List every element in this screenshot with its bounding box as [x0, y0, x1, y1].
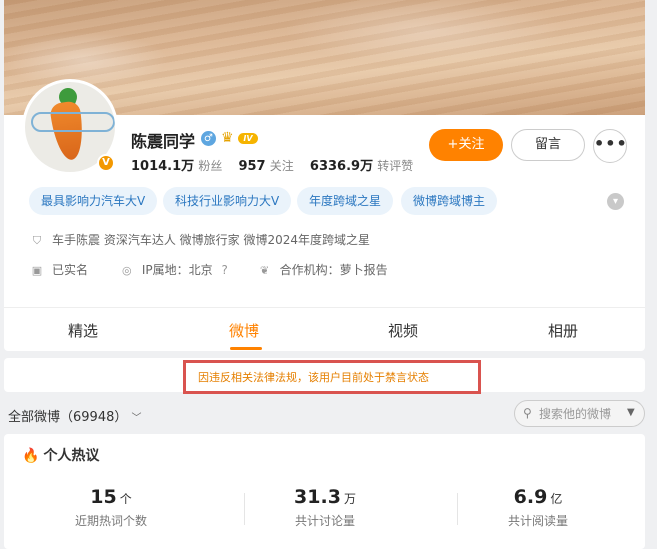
search-input[interactable] — [539, 405, 627, 423]
tag-chip[interactable]: 最具影响力汽车大V — [29, 187, 158, 215]
cooperation-org[interactable]: 萝卜报告 — [340, 263, 388, 277]
tab-featured[interactable]: 精选 — [68, 320, 98, 341]
heat-stat-label: 共计阅读量 — [507, 514, 568, 528]
reposts-label: 转评赞 — [377, 159, 414, 173]
profile-page: V 陈震同学 ♂ ♛ IV 1014.1万 粉丝 957 关注 6336.9万 … — [0, 0, 657, 549]
tag-chip[interactable]: 科技行业影响力大V — [163, 187, 292, 215]
followers-count[interactable]: 1014.1万 — [131, 159, 194, 174]
heat-stat-discussions[interactable]: 31.3 万 共计讨论量 — [245, 486, 405, 529]
ip-location: IP属地：北京 — [141, 263, 213, 277]
tab-weibo[interactable]: 微博 — [229, 320, 259, 341]
heat-title-text: 个人热议 — [43, 448, 100, 464]
ban-notice: 因违反相关法律法规，该用户目前处于禁言状态 — [198, 371, 429, 384]
followers-label: 粉丝 — [198, 159, 223, 173]
fire-icon: 🔥 — [22, 448, 40, 464]
heat-stat-value: 31.3 — [294, 486, 341, 508]
search-box[interactable]: ⚲ ▼ — [514, 400, 645, 427]
verified-badge-icon: V — [97, 154, 115, 172]
heat-stat-value: 6.9 — [513, 486, 548, 508]
avatar-sticker-shape — [31, 112, 115, 132]
chevron-down-icon[interactable]: ▾ — [607, 193, 624, 210]
tab-album[interactable]: 相册 — [548, 320, 578, 341]
tab-video[interactable]: 视频 — [388, 320, 418, 341]
male-icon: ♂ — [201, 131, 216, 146]
user-stats: 1014.1万 粉丝 957 关注 6336.9万 转评赞 — [131, 155, 425, 174]
real-name-status: 已实名 — [52, 263, 89, 277]
reposts-count: 6336.9万 — [309, 159, 374, 174]
heat-stat-keywords[interactable]: 15 个 近期热词个数 — [31, 486, 191, 529]
message-button[interactable]: 留言 — [511, 129, 585, 161]
active-tab-indicator — [230, 347, 262, 350]
feed-filter-dropdown[interactable]: 全部微博（69948） ﹀ — [8, 406, 142, 425]
follow-button[interactable]: +关注 — [429, 129, 503, 161]
info-description-row: ⛉ 车手陈震 资深汽车达人 微博旅行家 微博2024年度跨域之星 — [30, 231, 370, 248]
heat-stat-unit: 个 — [119, 492, 132, 506]
following-label: 关注 — [269, 159, 294, 173]
search-icon: ⚲ — [523, 406, 532, 420]
heat-stat-label: 共计讨论量 — [294, 514, 355, 528]
heat-section-title: 🔥 个人热议 — [22, 445, 99, 465]
user-description: 车手陈震 资深汽车达人 微博旅行家 微博2024年度跨域之星 — [52, 233, 370, 247]
heat-stat-value: 15 — [90, 486, 117, 508]
info-meta-row: ▣ 已实名 ◎ IP属地：北京 ? ❦ 合作机构：萝卜报告 — [30, 261, 388, 278]
id-card-icon: ▣ — [31, 264, 43, 277]
following-count[interactable]: 957 — [238, 159, 265, 174]
tag-chip[interactable]: 年度跨域之星 — [297, 187, 394, 215]
shield-icon: ⛉ — [32, 234, 42, 247]
caret-down-icon[interactable]: ▼ — [627, 407, 635, 418]
ip-icon: ◎ — [122, 264, 132, 277]
user-name: 陈震同学 — [131, 132, 196, 151]
chevron-down-icon: ﹀ — [131, 413, 142, 424]
heat-stat-label: 近期热词个数 — [74, 514, 147, 528]
help-icon[interactable]: ? — [221, 263, 227, 277]
more-options-button[interactable]: ••• — [593, 129, 627, 163]
heat-stat-unit: 万 — [343, 492, 356, 506]
heat-stat-unit: 亿 — [550, 492, 563, 506]
profile-card — [4, 0, 645, 351]
heat-stat-reads[interactable]: 6.9 亿 共计阅读量 — [458, 486, 618, 529]
feed-filter-label: 全部微博（69948） — [8, 410, 128, 425]
tag-chip[interactable]: 微博跨域博主 — [401, 187, 498, 215]
crown-icon[interactable]: ♛ — [221, 131, 238, 145]
cooperation-icon: ❦ — [260, 264, 270, 277]
level-badge[interactable]: IV — [238, 133, 258, 144]
cooperation-label: 合作机构： — [279, 263, 340, 277]
